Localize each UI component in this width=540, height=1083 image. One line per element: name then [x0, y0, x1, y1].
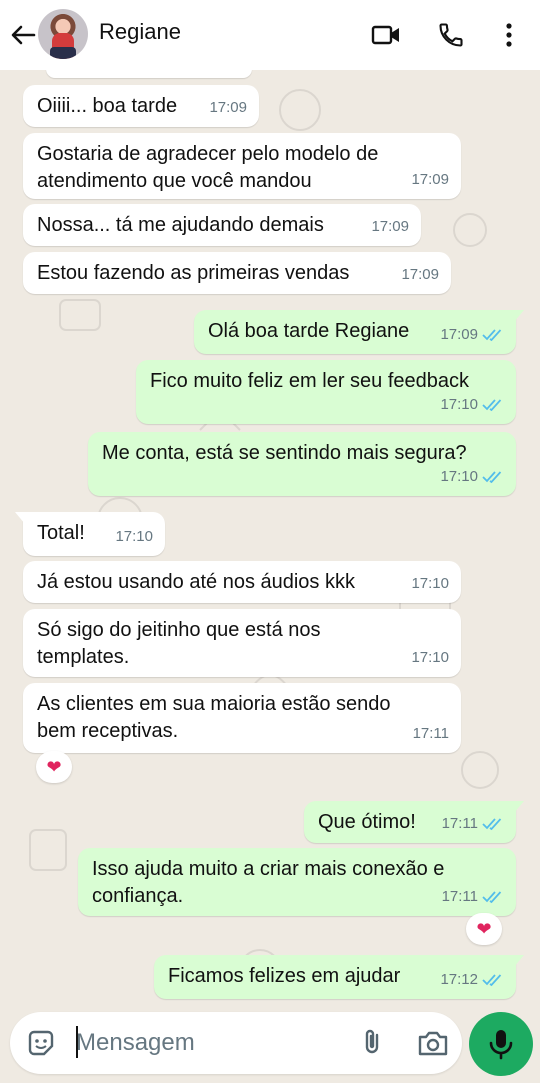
message-text: Ficamos felizes em ajudar — [168, 965, 401, 987]
message-incoming[interactable]: Gostaria de agradecer pelo modelo de ate… — [23, 133, 461, 199]
message-text: Que ótimo! — [318, 811, 416, 833]
message-outgoing[interactable]: Isso ajuda muito a criar mais conexão e … — [78, 848, 516, 916]
message-time: 17:09 — [440, 326, 478, 343]
message-incoming[interactable]: Já estou usando até nos áudios kkk 17:10 — [23, 561, 461, 603]
voice-message-button[interactable] — [469, 1012, 533, 1076]
message-text: Só sigo do jeitinho que está nos — [37, 619, 321, 641]
message-text: Fico muito feliz em ler seu feedback — [150, 370, 470, 392]
message-incoming[interactable]: Só sigo do jeitinho que está nos templat… — [23, 609, 461, 677]
message-time: 17:10 — [440, 468, 478, 485]
message-time: 17:09 — [209, 99, 247, 116]
contact-name[interactable]: Regiane — [99, 19, 181, 45]
read-receipt-icon — [482, 890, 502, 903]
message-incoming[interactable]: Estou fazendo as primeiras vendas 17:09 — [23, 252, 451, 294]
message-incoming[interactable]: Total! 17:10 — [15, 512, 165, 556]
message-text: Nossa... tá me ajudando demais — [37, 214, 324, 236]
message-time: 17:09 — [411, 171, 449, 188]
sticker-emoji-icon[interactable] — [26, 1028, 56, 1058]
message-text: Já estou usando até nos áudios kkk — [37, 571, 355, 593]
message-incoming[interactable]: Nossa... tá me ajudando demais 17:09 — [23, 204, 421, 246]
message-outgoing[interactable]: Que ótimo! 17:11 — [304, 801, 524, 843]
read-receipt-icon — [482, 817, 502, 830]
message-time: 17:10 — [411, 575, 449, 592]
message-time: 17:09 — [371, 218, 409, 235]
microphone-icon — [489, 1030, 513, 1060]
camera-icon[interactable] — [416, 1028, 450, 1058]
message-bubble-partial — [46, 70, 252, 78]
back-arrow-icon[interactable] — [8, 20, 38, 50]
read-receipt-icon — [482, 398, 502, 411]
message-time: 17:10 — [411, 649, 449, 666]
message-incoming[interactable]: As clientes em sua maioria estão sendo b… — [23, 683, 461, 753]
message-time: 17:11 — [412, 725, 449, 742]
message-text: Oiiii... boa tarde — [37, 95, 178, 117]
message-incoming[interactable]: Oiiii... boa tarde 17:09 — [23, 85, 259, 127]
message-list[interactable]: Oiiii... boa tarde 17:09 Gostaria de agr… — [0, 70, 540, 1010]
chat-header: Regiane — [0, 0, 540, 70]
message-text: templates. — [37, 646, 130, 668]
message-text: Olá boa tarde Regiane — [208, 320, 410, 342]
message-text: As clientes em sua maioria estão sendo — [37, 693, 391, 715]
message-text: Isso ajuda muito a criar mais conexão e — [92, 858, 445, 880]
video-call-icon[interactable] — [369, 18, 403, 52]
message-text: bem receptivas. — [37, 720, 179, 742]
message-outgoing[interactable]: Fico muito feliz em ler seu feedback 17:… — [136, 360, 516, 424]
message-time: 17:11 — [441, 888, 478, 905]
message-time: 17:11 — [441, 815, 478, 832]
message-text: Gostaria de agradecer pelo modelo de — [37, 143, 379, 165]
message-text: atendimento que você mandou — [37, 170, 312, 192]
reaction-heart-icon[interactable]: ❤ — [466, 913, 502, 945]
more-options-icon[interactable] — [492, 18, 526, 52]
message-composer — [10, 1012, 462, 1074]
reaction-heart-icon[interactable]: ❤ — [36, 751, 72, 783]
read-receipt-icon — [482, 973, 502, 986]
message-outgoing[interactable]: Me conta, está se sentindo mais segura? … — [88, 432, 516, 496]
message-text: Estou fazendo as primeiras vendas — [37, 262, 350, 284]
attach-paperclip-icon[interactable] — [358, 1028, 388, 1058]
message-time: 17:10 — [115, 528, 153, 545]
message-outgoing[interactable]: Ficamos felizes em ajudar 17:12 — [154, 955, 524, 999]
message-time: 17:10 — [440, 396, 478, 413]
message-time: 17:09 — [401, 266, 439, 283]
voice-call-icon[interactable] — [434, 18, 468, 52]
message-text: confiança. — [92, 885, 184, 907]
read-receipt-icon — [482, 470, 502, 483]
avatar[interactable] — [38, 9, 88, 59]
message-text: Total! — [37, 522, 85, 544]
message-input[interactable] — [76, 1026, 346, 1060]
message-outgoing[interactable]: Olá boa tarde Regiane 17:09 — [194, 310, 524, 354]
message-text: Me conta, está se sentindo mais segura? — [102, 442, 467, 464]
read-receipt-icon — [482, 328, 502, 341]
message-time: 17:12 — [440, 971, 478, 988]
